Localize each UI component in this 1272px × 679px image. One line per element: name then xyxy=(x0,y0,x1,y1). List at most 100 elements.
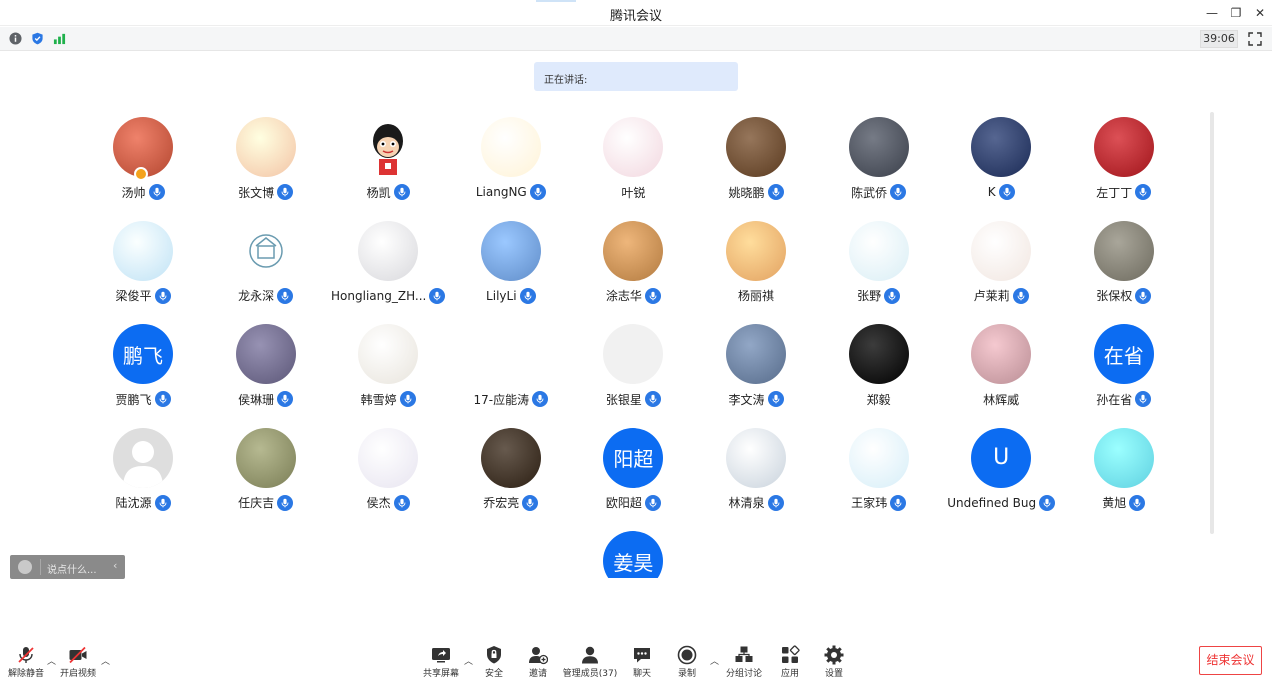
window-title: 腾讯会议 xyxy=(609,9,662,24)
mic-icon xyxy=(1135,287,1152,304)
participant-tile[interactable]: 左丁丁 xyxy=(1063,115,1185,215)
start-video-button[interactable]: 开启视频 xyxy=(50,643,106,679)
participant-tile[interactable]: 17-应能涛 xyxy=(450,322,572,422)
participant-tile[interactable]: 林清泉 xyxy=(695,426,817,526)
participant-tile[interactable]: 张文博 xyxy=(205,115,327,215)
record-button[interactable]: 录制 xyxy=(659,643,715,679)
participant-tile[interactable]: 林辉威 xyxy=(940,322,1062,422)
mic-icon xyxy=(277,184,294,200)
participant-name: 欧阳超 xyxy=(605,496,642,510)
participant-nameline: 张银星 xyxy=(572,391,694,407)
shield-icon[interactable] xyxy=(31,32,44,45)
participant-nameline: 孙在省 xyxy=(1063,391,1185,407)
participant-name: Undefined Bug xyxy=(947,495,1037,510)
collapse-chevron-icon[interactable]: ‹ xyxy=(113,559,117,572)
grid-scrollbar[interactable] xyxy=(1210,112,1214,534)
video-options-chevron-icon[interactable]: ︿ xyxy=(101,654,110,667)
participant-avatar xyxy=(235,427,296,488)
restore-button[interactable]: ❐ xyxy=(1226,3,1246,23)
participant-tile[interactable]: 杨凯 xyxy=(327,115,449,215)
participant-tile[interactable]: 任庆吉 xyxy=(205,426,327,526)
participant-tile[interactable]: 张保权 xyxy=(1063,219,1185,319)
settings-button[interactable]: 设置 xyxy=(806,643,862,679)
participant-nameline: 林辉威 xyxy=(940,391,1062,407)
participant-name: LiangNG xyxy=(475,185,527,199)
participant-tile[interactable]: 郑毅 xyxy=(818,322,940,422)
participant-name: 黄旭 xyxy=(1102,496,1127,510)
participant-tile[interactable]: 王家玮 xyxy=(818,426,940,526)
close-button[interactable]: ✕ xyxy=(1250,3,1270,23)
participant-tile[interactable]: 涂志华 xyxy=(572,219,694,319)
participant-nameline: 侯琳珊 xyxy=(205,391,327,407)
participant-tile[interactable]: 姜昊 xyxy=(572,529,694,578)
participant-tile[interactable]: 龙永深 xyxy=(205,219,327,319)
participant-nameline: 任庆吉 xyxy=(205,494,327,511)
host-badge-icon xyxy=(134,167,148,181)
participant-avatar xyxy=(358,324,419,384)
participant-tile[interactable]: 陈武侨 xyxy=(818,115,940,215)
participant-avatar xyxy=(480,220,541,281)
participant-avatar: 阳超 xyxy=(603,427,664,488)
mic-icon xyxy=(644,391,661,407)
mic-icon xyxy=(1039,494,1056,511)
participant-tile[interactable]: 在省 孙在省 xyxy=(1063,322,1185,422)
mic-icon xyxy=(532,391,549,407)
mic-muted-icon xyxy=(18,647,34,663)
participant-nameline: 龙永深 xyxy=(205,287,327,304)
signal-icon[interactable] xyxy=(53,32,66,45)
participant-nameline: 韩雪婷 xyxy=(327,391,449,407)
participant-avatar xyxy=(726,427,786,488)
participant-tile[interactable]: 李文涛 xyxy=(695,322,817,422)
apps-grid-icon xyxy=(782,645,800,663)
participant-tile[interactable]: 黄旭 xyxy=(1063,426,1185,526)
participant-name: LilyLi xyxy=(486,288,517,303)
participant-tile[interactable]: 鹏飞 贾鹏飞 xyxy=(82,322,204,422)
participant-tile[interactable]: 乔宏亮 xyxy=(450,426,572,526)
participant-nameline: 叶锐 xyxy=(572,184,694,200)
participant-tile[interactable]: Hongliang_ZH... xyxy=(327,219,449,319)
participant-tile[interactable]: U Undefined Bug xyxy=(940,426,1062,526)
participant-tile[interactable]: 陆沈源 xyxy=(82,426,204,526)
speaking-indicator: 正在讲话: xyxy=(534,62,738,91)
participant-tile[interactable]: K xyxy=(940,115,1062,215)
mic-icon xyxy=(1012,287,1029,304)
participant-tile[interactable]: 梁俊平 xyxy=(82,219,204,319)
end-meeting-button[interactable]: 结束会议 xyxy=(1199,646,1262,675)
participant-tile[interactable]: LilyLi xyxy=(450,219,572,319)
participant-avatar xyxy=(358,220,419,281)
participant-name: 乔宏亮 xyxy=(483,496,520,510)
participant-tile[interactable]: 叶锐 xyxy=(572,115,694,215)
participant-avatar xyxy=(113,220,173,281)
participant-tile[interactable]: LiangNG xyxy=(450,115,572,215)
info-icon[interactable] xyxy=(9,32,22,45)
participant-name: 张保权 xyxy=(1096,289,1133,303)
participant-tile[interactable]: 侯杰 xyxy=(327,426,449,526)
participant-tile[interactable]: 杨丽祺 xyxy=(695,219,817,319)
participant-tile[interactable]: 张银星 xyxy=(572,322,694,422)
participant-tile[interactable]: 侯琳珊 xyxy=(205,322,327,422)
participant-name: 任庆吉 xyxy=(238,496,275,510)
fullscreen-icon[interactable] xyxy=(1248,32,1262,46)
minimize-button[interactable]: — xyxy=(1202,3,1222,23)
record-icon xyxy=(677,645,697,665)
camera-off-icon xyxy=(69,646,87,664)
invite-person-icon xyxy=(529,647,548,665)
participant-tile[interactable]: 汤帅 xyxy=(82,115,204,215)
participant-nameline: 贾鹏飞 xyxy=(82,391,204,407)
mic-icon xyxy=(890,184,907,200)
participant-avatar xyxy=(235,324,296,384)
participant-avatar xyxy=(848,427,909,488)
participant-nameline: 张野 xyxy=(818,287,940,304)
participant-tile[interactable]: 韩雪婷 xyxy=(327,322,449,422)
participant-nameline: 卢莱莉 xyxy=(940,287,1062,304)
chat-quick-input[interactable]: 说点什么... ‹ xyxy=(10,555,125,579)
emoji-icon[interactable] xyxy=(18,560,32,574)
participant-tile[interactable]: 卢莱莉 xyxy=(940,219,1062,319)
mic-icon xyxy=(644,494,661,511)
participant-nameline: Hongliang_ZH... xyxy=(327,287,449,304)
participant-avatar xyxy=(971,324,1032,384)
participant-tile[interactable]: 张野 xyxy=(818,219,940,319)
participant-tile[interactable]: 姚晓鹏 xyxy=(695,115,817,215)
participant-name: 左丁丁 xyxy=(1096,185,1133,200)
participant-tile[interactable]: 阳超 欧阳超 xyxy=(572,426,694,526)
